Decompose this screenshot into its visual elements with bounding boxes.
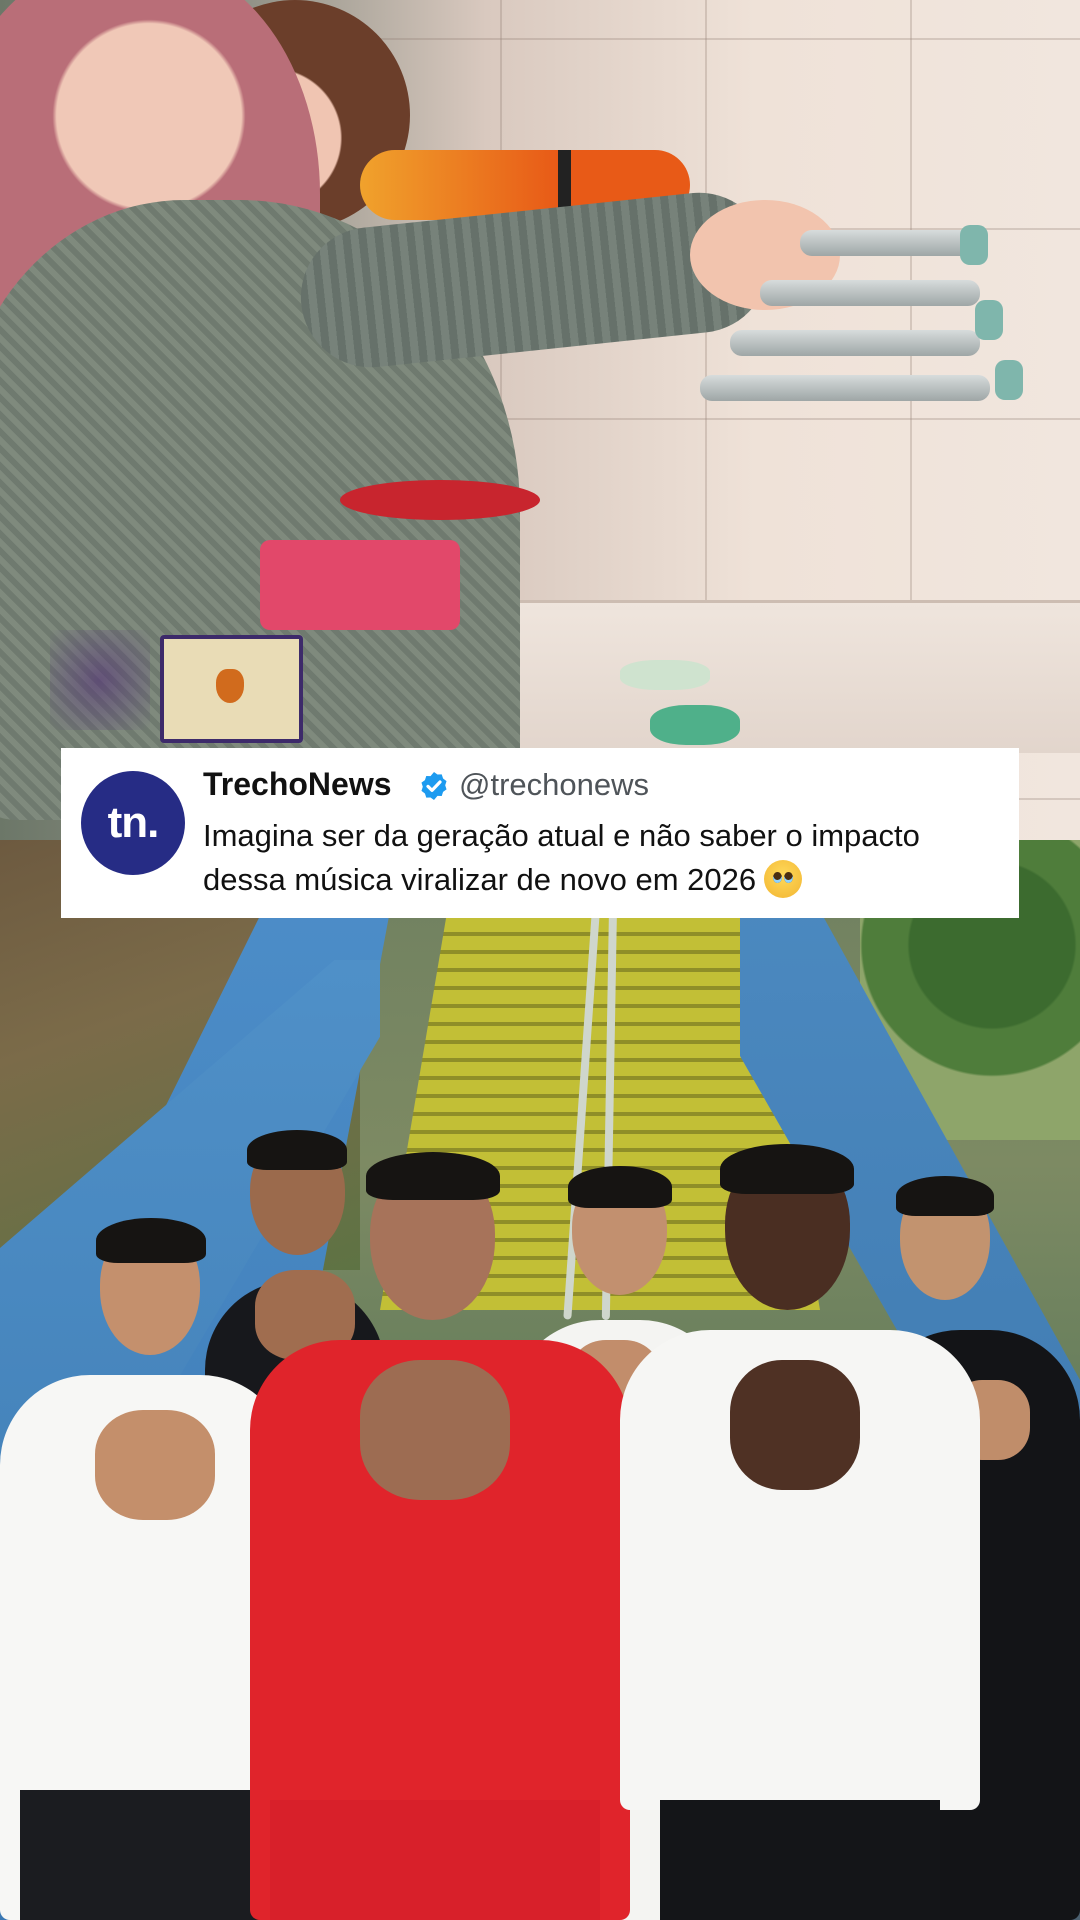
hair [720, 1144, 854, 1194]
red-cup [340, 480, 540, 520]
faucet [730, 330, 980, 356]
hands [360, 1360, 510, 1500]
account-handle[interactable]: @trechonews [459, 767, 649, 803]
pleading-face-icon [764, 860, 803, 898]
black-pants [20, 1790, 270, 1920]
top-video-frame [0, 0, 1080, 840]
anniversary-badge [50, 630, 150, 730]
tweet-text: Imagina ser da geração atual e não saber… [203, 814, 1003, 902]
castle-crest-icon [160, 635, 303, 743]
hair [96, 1218, 206, 1263]
account-name[interactable]: TrechoNews [203, 766, 392, 803]
faucet-tip [995, 360, 1023, 400]
person-front-center [250, 1150, 630, 1920]
bottom-video-frame [0, 840, 1080, 1920]
faucet [800, 230, 980, 256]
soap-bar [620, 660, 710, 690]
faucet-tip [960, 225, 988, 265]
red-pants [270, 1800, 600, 1920]
soap-bar [650, 705, 740, 745]
faucet [700, 375, 990, 401]
hair [366, 1152, 500, 1200]
avatar-logo-text: tn. [107, 798, 160, 847]
castelo-ratimbum-logo [50, 630, 303, 743]
black-pants [660, 1800, 940, 1920]
pink-cup [260, 540, 460, 630]
person-front-left [0, 1210, 290, 1920]
hands [95, 1410, 215, 1520]
tweet-body: Imagina ser da geração atual e não saber… [203, 818, 920, 897]
avatar[interactable]: tn. [81, 771, 185, 875]
tweet-card: tn. TrechoNews @trechonews Imagina ser d… [61, 748, 1019, 918]
hands [730, 1360, 860, 1490]
person-front-right [620, 1144, 980, 1920]
faucet-tip [975, 300, 1003, 340]
faucet [760, 280, 980, 306]
verified-badge-icon [421, 772, 447, 800]
